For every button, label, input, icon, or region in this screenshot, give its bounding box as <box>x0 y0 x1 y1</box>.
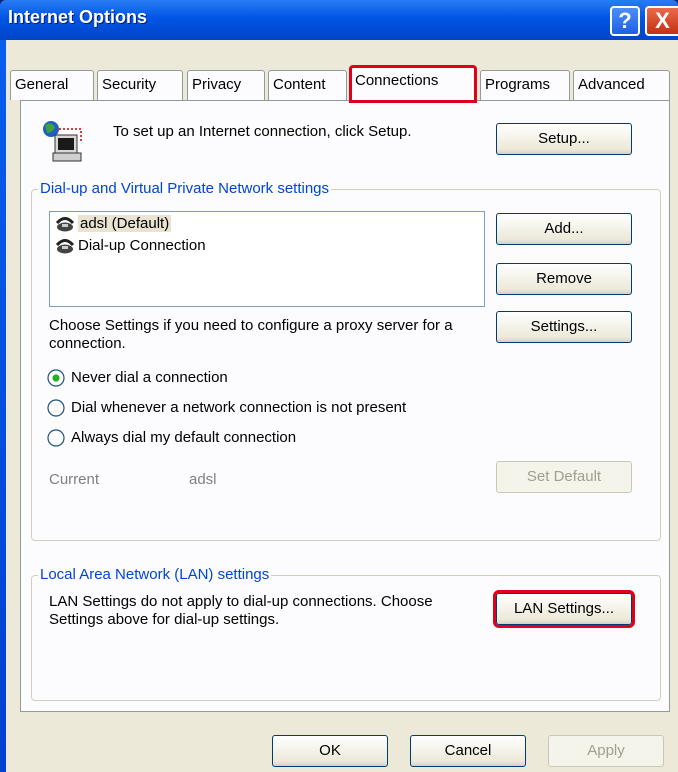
add-button[interactable]: Add... <box>496 213 632 245</box>
lan-settings-button[interactable]: LAN Settings... <box>493 590 635 628</box>
list-item[interactable]: adsl (Default) <box>56 214 172 234</box>
set-default-button[interactable]: Set Default <box>496 461 632 493</box>
current-label: Current <box>49 471 100 488</box>
apply-button[interactable]: Apply <box>548 735 664 767</box>
dialog-client-area: General Security Privacy Content Connect… <box>6 40 678 772</box>
current-value: adsl <box>189 471 217 488</box>
connections-listbox[interactable]: adsl (Default) Dial-up Connection <box>49 211 485 307</box>
tab-connections[interactable]: Connections <box>349 65 477 103</box>
radio-never-dial-label: Never dial a connection <box>71 369 228 386</box>
lan-instructions: LAN Settings do not apply to dial-up con… <box>49 593 433 628</box>
dialup-group-label: Dial-up and Virtual Private Network sett… <box>38 180 332 198</box>
radio-button-icon[interactable] <box>47 429 65 447</box>
setup-button[interactable]: Setup... <box>496 123 632 155</box>
proxy-instructions: Choose Settings if you need to configure… <box>49 317 453 352</box>
radio-never-dial[interactable]: Never dial a connection <box>47 367 507 389</box>
remove-button[interactable]: Remove <box>496 263 632 295</box>
radio-always-dial[interactable]: Always dial my default connection <box>47 427 507 449</box>
connection-dialup-label: Dial-up Connection <box>78 237 206 254</box>
radio-dial-when-needed[interactable]: Dial whenever a network connection is no… <box>47 397 527 419</box>
radio-dial-when-needed-label: Dial whenever a network connection is no… <box>71 399 407 416</box>
title-bar[interactable]: Internet Options ? X <box>0 0 678 40</box>
tab-security[interactable]: Security <box>97 70 183 100</box>
connection-phone-icon <box>56 239 74 254</box>
radio-button-icon[interactable] <box>47 399 65 417</box>
close-button[interactable]: X <box>645 6 678 36</box>
radio-always-dial-label: Always dial my default connection <box>71 429 297 446</box>
list-item[interactable]: Dial-up Connection <box>56 236 206 256</box>
setup-instructions: To set up an Internet connection, click … <box>113 123 412 140</box>
tab-general[interactable]: General <box>10 70 94 100</box>
ok-button[interactable]: OK <box>272 735 388 767</box>
help-button[interactable]: ? <box>610 6 640 36</box>
window-title: Internet Options <box>8 7 147 27</box>
tab-content[interactable]: Content <box>268 70 347 100</box>
cancel-button[interactable]: Cancel <box>410 735 526 767</box>
radio-button-icon[interactable] <box>47 369 65 387</box>
tab-advanced[interactable]: Advanced <box>573 70 670 100</box>
internet-options-window: Internet Options ? X General Security Pr… <box>0 0 678 772</box>
settings-button[interactable]: Settings... <box>496 311 632 343</box>
connection-phone-icon <box>56 217 74 232</box>
tab-privacy[interactable]: Privacy <box>187 70 265 100</box>
lan-group-label: Local Area Network (LAN) settings <box>38 566 272 584</box>
tab-programs[interactable]: Programs <box>480 70 570 100</box>
connection-adsl-label: adsl (Default) <box>78 215 172 232</box>
network-computer-icon <box>43 121 82 162</box>
connections-tab-panel: To set up an Internet connection, click … <box>20 100 670 712</box>
